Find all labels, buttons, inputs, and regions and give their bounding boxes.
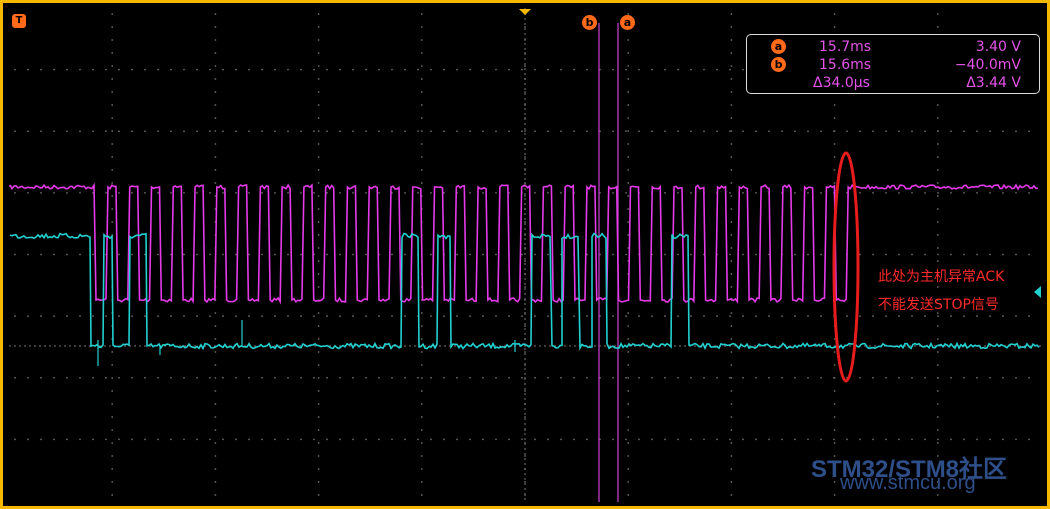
delta-voltage: Δ3.44 V bbox=[966, 75, 1021, 91]
delta-time: Δ34.0μs bbox=[813, 75, 870, 91]
annotation-line-1: 此处为主机异常ACK bbox=[878, 269, 1005, 285]
measurement-row-delta: Δ34.0μs Δ3.44 V bbox=[747, 74, 1041, 92]
cursor-a-badge: a bbox=[771, 39, 786, 54]
trigger-position-marker[interactable]: T bbox=[12, 14, 26, 28]
watermark-url: www.stmcu.org bbox=[840, 472, 976, 494]
measurement-row-a: a 15.7ms 3.40 V bbox=[747, 38, 1041, 56]
cursor-b-marker[interactable]: b bbox=[582, 15, 597, 30]
measurement-row-b: b 15.6ms −40.0mV bbox=[747, 56, 1041, 74]
oscilloscope-display: T b a a 15.7ms 3.40 V b 15.6ms −40.0mV Δ… bbox=[0, 0, 1050, 509]
annotation-line-2: 不能发送STOP信号 bbox=[878, 297, 999, 313]
cursor-a-voltage: 3.40 V bbox=[975, 39, 1021, 55]
cursor-b-time: 15.6ms bbox=[819, 57, 872, 73]
channel-2-waveform bbox=[9, 232, 1040, 351]
cursor-b-badge: b bbox=[771, 57, 786, 72]
cursor-a-time: 15.7ms bbox=[819, 39, 872, 55]
cursor-b-voltage: −40.0mV bbox=[954, 57, 1021, 73]
cursor-a-marker[interactable]: a bbox=[620, 15, 635, 30]
cursor-measurement-box: a 15.7ms 3.40 V b 15.6ms −40.0mV Δ34.0μs… bbox=[746, 34, 1040, 94]
